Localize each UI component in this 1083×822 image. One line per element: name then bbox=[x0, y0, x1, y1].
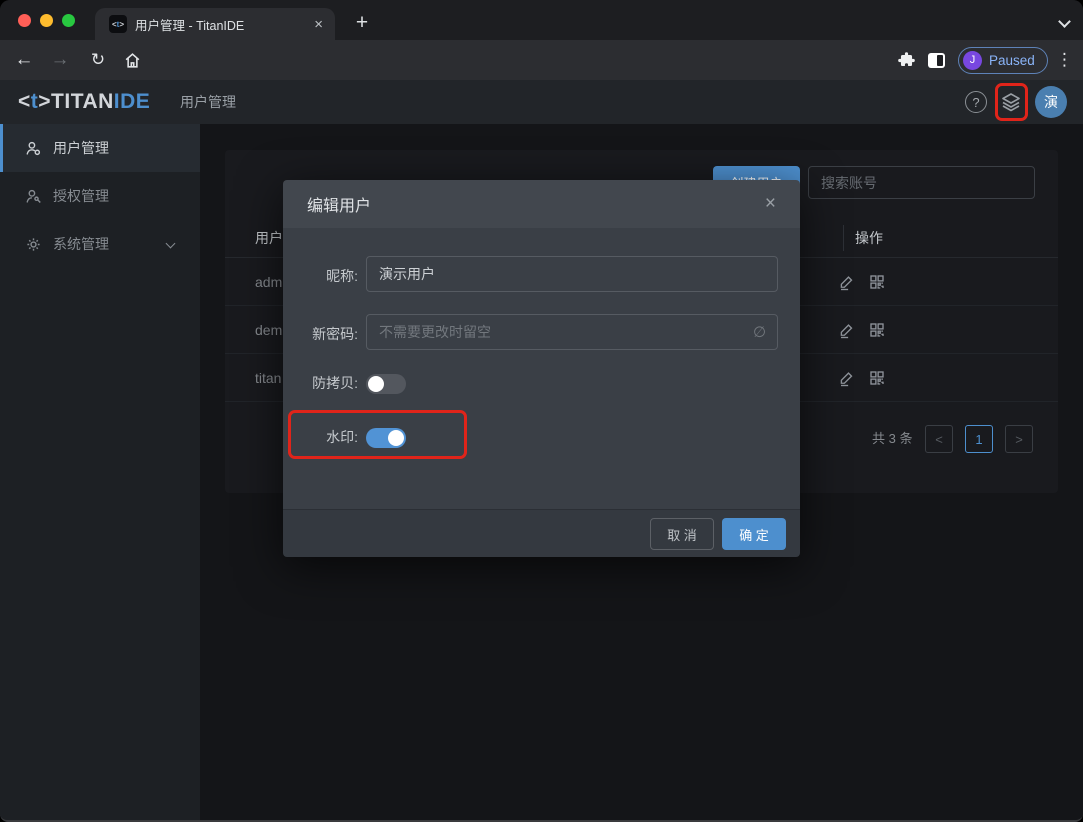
edit-user-modal: 编辑用户 × 昵称: 新密码: ∅ 防拷贝: 水印: 取 消 确 定 bbox=[283, 180, 800, 557]
column-header-action: 操作 bbox=[843, 225, 883, 251]
column-header-user: 用户 bbox=[255, 218, 283, 258]
new-tab-button[interactable]: + bbox=[348, 9, 376, 37]
pagination-page-1[interactable]: 1 bbox=[965, 425, 993, 453]
sidebar-item-user-management[interactable]: 用户管理 bbox=[0, 124, 200, 172]
sidebar-item-system-management[interactable]: 系统管理 bbox=[0, 220, 200, 268]
search-account-input[interactable] bbox=[808, 166, 1035, 199]
qrcode-icon[interactable] bbox=[868, 369, 886, 387]
sidebar-item-label: 授权管理 bbox=[53, 186, 109, 206]
toggle-knob bbox=[368, 376, 384, 392]
pagination-next-button[interactable]: > bbox=[1005, 425, 1033, 453]
tab-strip: <t> 用户管理 - TitanIDE × + bbox=[0, 0, 1083, 40]
new-password-input[interactable] bbox=[366, 314, 778, 350]
help-button[interactable]: ? bbox=[965, 91, 987, 113]
anticopy-toggle[interactable] bbox=[366, 374, 406, 394]
password-label: 新密码: bbox=[283, 324, 358, 344]
user-cell: titan bbox=[255, 354, 281, 402]
forward-button[interactable]: → bbox=[46, 40, 74, 80]
sidebar: 用户管理 授权管理 系统管理 bbox=[0, 124, 200, 822]
cancel-button[interactable]: 取 消 bbox=[650, 518, 714, 550]
user-cell: adm bbox=[255, 258, 282, 306]
breadcrumb: 用户管理 bbox=[180, 80, 236, 124]
confirm-button[interactable]: 确 定 bbox=[722, 518, 786, 550]
sidebar-item-label: 系统管理 bbox=[53, 234, 109, 254]
extensions-button[interactable] bbox=[897, 40, 916, 80]
traffic-close-button[interactable] bbox=[18, 14, 31, 27]
sidebar-item-label: 用户管理 bbox=[53, 138, 109, 158]
side-panel-button[interactable] bbox=[928, 40, 945, 80]
modal-close-icon[interactable]: × bbox=[765, 193, 776, 215]
tab-favicon-icon: <t> bbox=[109, 15, 127, 33]
user-icon bbox=[24, 139, 43, 158]
sidebar-item-authorization-management[interactable]: 授权管理 bbox=[0, 172, 200, 220]
pagination-prev-button[interactable]: < bbox=[925, 425, 953, 453]
user-cell: dem bbox=[255, 306, 282, 354]
extensions-puzzle-icon bbox=[897, 51, 916, 70]
user-avatar[interactable]: 演 bbox=[1035, 86, 1067, 118]
password-visibility-icon[interactable]: ∅ bbox=[753, 323, 766, 341]
chevron-down-icon bbox=[166, 239, 176, 249]
modal-header: 编辑用户 × bbox=[283, 180, 800, 228]
modal-footer: 取 消 确 定 bbox=[283, 509, 800, 557]
edit-icon[interactable] bbox=[838, 273, 856, 291]
modal-body: 昵称: 新密码: ∅ 防拷贝: 水印: bbox=[283, 228, 800, 509]
gear-icon bbox=[24, 235, 43, 254]
user-key-icon bbox=[24, 187, 43, 206]
tab-close-icon[interactable]: × bbox=[314, 16, 323, 33]
modal-title: 编辑用户 bbox=[307, 192, 765, 216]
profile-avatar: J bbox=[963, 51, 982, 70]
browser-toolbar: ← → ↻ try.titanide.cn/ide/web/admin/syst… bbox=[0, 40, 1083, 80]
nickname-label: 昵称: bbox=[283, 266, 358, 286]
edit-icon[interactable] bbox=[838, 321, 856, 339]
paused-label: Paused bbox=[989, 53, 1035, 68]
nickname-input[interactable] bbox=[366, 256, 778, 292]
traffic-zoom-button[interactable] bbox=[62, 14, 75, 27]
browser-menu-button[interactable]: ⋮ bbox=[1056, 40, 1073, 80]
annotation-box-layers bbox=[995, 83, 1028, 121]
browser-tab[interactable]: <t> 用户管理 - TitanIDE × bbox=[95, 8, 335, 40]
reload-button[interactable]: ↻ bbox=[84, 40, 112, 80]
edit-icon[interactable] bbox=[838, 369, 856, 387]
pagination-total: 共 3 条 bbox=[872, 424, 912, 454]
app-header: <t>TITANIDE 用户管理 ? 演 bbox=[0, 80, 1083, 124]
qrcode-icon[interactable] bbox=[868, 273, 886, 291]
side-panel-icon bbox=[928, 53, 945, 68]
browser-window: <t> 用户管理 - TitanIDE × + ← → ↻ try.titani… bbox=[0, 0, 1083, 822]
annotation-box-anticopy bbox=[288, 410, 467, 459]
qrcode-icon[interactable] bbox=[868, 321, 886, 339]
anticopy-label: 防拷贝: bbox=[283, 373, 358, 393]
back-button[interactable]: ← bbox=[10, 40, 38, 80]
tab-search-chevron-icon[interactable] bbox=[1058, 15, 1071, 28]
home-icon bbox=[123, 51, 142, 70]
tab-title: 用户管理 - TitanIDE bbox=[135, 15, 306, 34]
app-logo[interactable]: <t>TITANIDE bbox=[18, 80, 150, 124]
profile-paused-pill[interactable]: J Paused bbox=[958, 47, 1048, 74]
traffic-minimize-button[interactable] bbox=[40, 14, 53, 27]
home-button[interactable] bbox=[118, 40, 146, 80]
